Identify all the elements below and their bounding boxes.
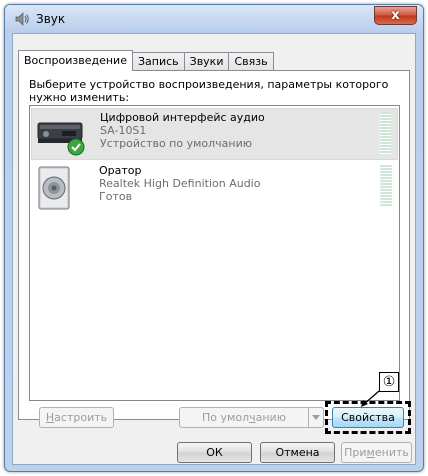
chevron-down-icon (312, 415, 320, 420)
properties-button[interactable]: Свойства (332, 407, 404, 428)
dialog-body: Воспроизведение Запись Звуки Связь Выбер… (12, 33, 416, 465)
tab-recording[interactable]: Запись (131, 52, 185, 71)
callout-arrow-icon (361, 390, 380, 407)
volume-meter (379, 112, 391, 154)
ok-button[interactable]: ОК (177, 442, 252, 463)
set-default-button[interactable]: По умол ч анию (179, 407, 309, 428)
tab-playback[interactable]: Воспроизведение (18, 50, 133, 71)
device-status: Готов (99, 190, 133, 203)
title-bar[interactable]: Звук x (5, 5, 423, 33)
volume-meter (380, 165, 392, 207)
sound-dialog: Звук x Воспроизведение Запись Звуки Связ… (4, 4, 424, 472)
instruction-text: Выберите устройство воспроизведения, пар… (29, 78, 389, 104)
tab-sounds[interactable]: Звуки (183, 52, 230, 71)
window-title: Звук (36, 12, 66, 26)
device-item-speaker[interactable]: Оратор Realtek High Definition Audio Гот… (31, 162, 398, 214)
speaker-icon (15, 12, 29, 26)
device-name: Оратор (99, 164, 142, 177)
device-name: Цифровой интерфейс аудио (100, 111, 265, 124)
apply-button[interactable]: При м енить (341, 442, 412, 463)
cancel-button[interactable]: Отмена (260, 442, 335, 463)
device-model: Realtek High Definition Audio (99, 177, 261, 190)
tab-strip: Воспроизведение Запись Звуки Связь (18, 50, 274, 71)
callout-number: ① (379, 372, 399, 392)
digital-audio-device-icon (37, 122, 85, 156)
set-default-dropdown[interactable] (308, 407, 324, 428)
close-button[interactable]: x (374, 6, 417, 25)
default-check-icon (67, 138, 85, 156)
close-icon: x (391, 8, 400, 23)
tab-communications[interactable]: Связь (228, 52, 274, 71)
device-status: Устройство по умолчанию (100, 137, 253, 150)
speaker-device-icon (38, 166, 70, 210)
device-list[interactable]: Цифровой интерфейс аудио SA-10S1 Устройс… (29, 105, 400, 401)
device-item-digital-audio[interactable]: Цифровой интерфейс аудио SA-10S1 Устройс… (31, 108, 398, 160)
playback-panel: Выберите устройство воспроизведения, пар… (18, 70, 410, 420)
device-model: SA-10S1 (100, 124, 147, 137)
configure-button[interactable]: Настроить (39, 407, 114, 428)
